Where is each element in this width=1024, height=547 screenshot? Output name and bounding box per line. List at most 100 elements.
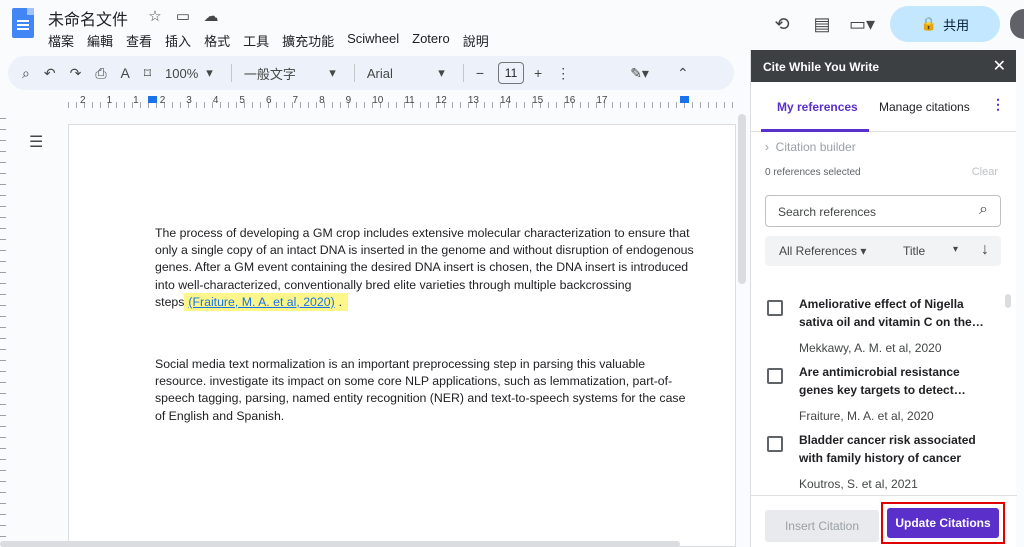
ruler-number: 3 <box>186 95 192 106</box>
document-outline-icon[interactable]: ☰ <box>29 132 43 152</box>
chevron-down-icon: ▾ <box>860 244 867 258</box>
chevron-down-icon: ▾ <box>329 65 336 80</box>
paragraph-2[interactable]: Social media text normalization is an im… <box>155 356 695 425</box>
ruler-number: 11 <box>404 95 415 106</box>
zoom-select[interactable]: 100% ▾ <box>165 65 213 81</box>
paragraph-1[interactable]: The process of developing a GM crop incl… <box>155 225 695 311</box>
move-folder-icon[interactable]: ▭ <box>174 7 192 25</box>
menu-view[interactable]: 查看 <box>126 31 152 50</box>
vertical-ruler[interactable] <box>0 118 6 547</box>
ruler-number: 15 <box>532 95 544 106</box>
menu-insert[interactable]: 插入 <box>165 31 191 50</box>
search-placeholder: Search references <box>778 205 877 219</box>
highlight-box: Update Citations <box>881 502 1005 544</box>
filter-row: All References ▾ Title ▾ ↓ <box>765 236 1001 266</box>
panel-scrollbar[interactable] <box>1005 294 1011 308</box>
ruler-number: 5 <box>239 95 245 106</box>
citation-builder-label: Citation builder <box>775 140 856 154</box>
menu-file[interactable]: 檔案 <box>48 31 74 50</box>
ruler-number: 7 <box>292 95 299 106</box>
document-title[interactable]: 未命名文件 <box>48 6 128 30</box>
comments-icon[interactable]: ▤ <box>802 14 842 35</box>
print-icon[interactable]: ⎙ <box>95 65 106 82</box>
undo-icon[interactable]: ↶ <box>44 65 56 82</box>
history-icon[interactable]: ⟲ <box>762 14 802 35</box>
ruler-number: 10 <box>372 95 384 106</box>
insert-citation-button[interactable]: Insert Citation <box>765 510 879 542</box>
search-input[interactable]: Search references ⌕ <box>765 195 1001 227</box>
arrow-down-icon[interactable]: ↓ <box>981 241 989 259</box>
chevron-down-icon: ▾ <box>206 65 213 80</box>
edit-mode-icon[interactable]: ✎▾ <box>630 65 649 82</box>
sort-field-select[interactable]: Title <box>903 244 925 258</box>
ruler-number: 4 <box>212 95 219 106</box>
library-filter-select[interactable]: All References ▾ <box>779 244 866 258</box>
share-button[interactable]: 🔒 共用 <box>890 6 1000 42</box>
reference-author: Koutros, S. et al, 2021 <box>799 477 918 491</box>
reference-title: Bladder cancer risk associated with fami… <box>799 433 976 465</box>
menu-tools[interactable]: 工具 <box>243 31 269 50</box>
cite-while-you-write-panel: Cite While You Write ✕ My references Man… <box>750 50 1017 547</box>
document-scrollbar[interactable] <box>738 114 746 284</box>
update-citations-button[interactable]: Update Citations <box>887 508 999 538</box>
search-menus-icon[interactable]: ⌕ <box>22 65 30 82</box>
reference-title: Are antimicrobial resistance genes key t… <box>799 365 966 397</box>
selected-count: 0 references selected <box>765 167 861 178</box>
font-size-input[interactable]: 11 <box>498 62 525 84</box>
right-indent-marker[interactable] <box>680 96 689 103</box>
lock-icon: 🔒 <box>920 16 938 31</box>
list-item[interactable]: Are antimicrobial resistance genes key t… <box>765 363 1001 427</box>
close-icon[interactable]: ✕ <box>993 56 1006 76</box>
tab-manage-citations[interactable]: Manage citations <box>879 100 970 114</box>
more-options-icon[interactable]: ⋮ <box>556 65 570 82</box>
reference-checkbox[interactable] <box>767 300 783 316</box>
ruler-number: 6 <box>265 95 272 106</box>
spellcheck-icon[interactable]: A <box>121 65 130 81</box>
citation-builder-toggle[interactable]: › Citation builder <box>765 140 856 154</box>
reference-title: Ameliorative effect of Nigella sativa oi… <box>799 297 984 329</box>
increase-font-button[interactable]: + <box>534 65 542 81</box>
chevron-down-icon[interactable]: ▾ <box>953 244 958 255</box>
reference-author: Mekkawy, A. M. et al, 2020 <box>799 341 942 355</box>
paint-format-icon[interactable]: ⌑ <box>144 65 151 82</box>
decrease-font-button[interactable]: − <box>476 65 484 81</box>
ruler-numbers: 2 1 1 2 3 4 5 6 7 8 9 10 11 12 13 14 15 … <box>80 95 607 106</box>
meet-icon[interactable]: ▭▾ <box>842 14 882 35</box>
menu-zotero[interactable]: Zotero <box>412 31 450 50</box>
menu-edit[interactable]: 編輯 <box>87 31 113 50</box>
chevron-down-icon: ▾ <box>438 65 445 80</box>
collapse-toolbar-icon[interactable]: ⌃ <box>677 65 689 82</box>
ruler-number: 17 <box>596 95 608 106</box>
horizontal-ruler[interactable]: 2 1 1 2 3 4 5 6 7 8 9 10 11 12 13 14 15 … <box>68 95 736 109</box>
ruler-number: 13 <box>467 95 479 106</box>
menu-extensions[interactable]: 擴充功能 <box>282 31 334 50</box>
avatar[interactable] <box>1010 9 1024 39</box>
app-window: 未命名文件 ☆ ▭ ☁ 檔案 編輯 查看 插入 格式 工具 擴充功能 Sciwh… <box>0 0 1024 547</box>
menu-format[interactable]: 格式 <box>204 31 230 50</box>
divider <box>462 64 464 82</box>
redo-icon[interactable]: ↷ <box>70 65 82 82</box>
tab-my-references[interactable]: My references <box>777 100 858 114</box>
docs-logo-icon[interactable] <box>12 8 34 38</box>
reference-author: Fraiture, M. A. et al, 2020 <box>799 409 934 423</box>
divider <box>353 64 355 82</box>
horizontal-scrollbar[interactable] <box>0 541 680 547</box>
clear-button[interactable]: Clear <box>972 166 998 178</box>
menu-help[interactable]: 說明 <box>463 31 489 50</box>
search-icon[interactable]: ⌕ <box>979 201 988 219</box>
citation-link[interactable]: (Fraiture, M. A. et al, 2020) <box>184 292 339 311</box>
list-item[interactable]: Bladder cancer risk associated with fami… <box>765 431 1001 495</box>
title-actions: ☆ ▭ ☁ <box>146 7 220 25</box>
menu-sciwheel[interactable]: Sciwheel <box>347 31 399 50</box>
reference-checkbox[interactable] <box>767 368 783 384</box>
more-vert-icon[interactable]: ⋮ <box>991 96 1005 113</box>
document-page[interactable]: The process of developing a GM crop incl… <box>68 124 736 547</box>
reference-checkbox[interactable] <box>767 436 783 452</box>
style-select[interactable]: 一般文字 ▾ <box>244 64 336 83</box>
reference-list[interactable]: Ameliorative effect of Nigella sativa oi… <box>751 287 1017 495</box>
chevron-right-icon: › <box>765 140 769 154</box>
list-item[interactable]: Ameliorative effect of Nigella sativa oi… <box>765 295 1001 359</box>
cloud-status-icon[interactable]: ☁ <box>202 7 220 25</box>
star-icon[interactable]: ☆ <box>146 7 164 25</box>
font-select[interactable]: Arial ▾ <box>367 65 445 81</box>
